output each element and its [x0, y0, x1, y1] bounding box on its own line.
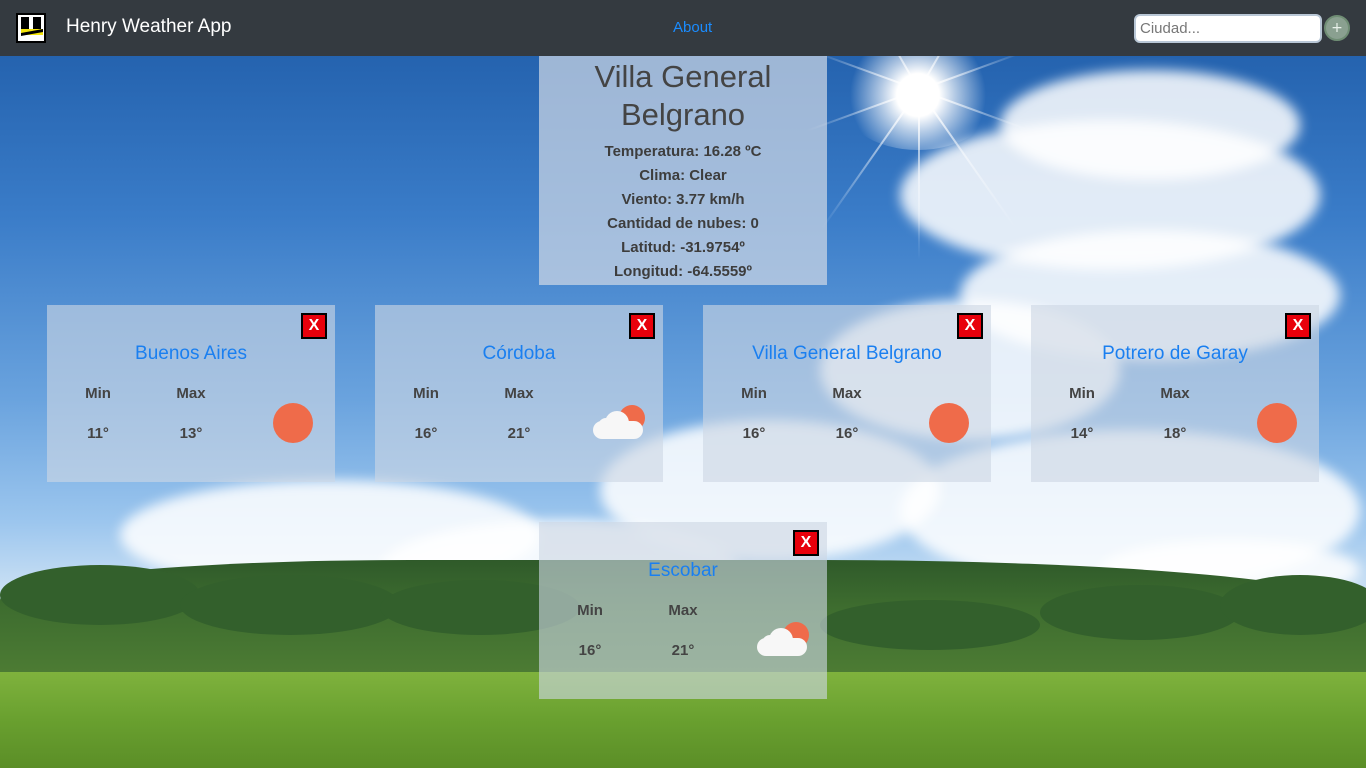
- min-temp: 16°: [578, 642, 602, 659]
- sun-icon: [929, 403, 969, 443]
- temperature-text: Temperatura: 16.28 ºC: [604, 143, 762, 160]
- city-search-input[interactable]: [1134, 14, 1322, 43]
- weather-text: Clima: Clear: [639, 167, 727, 184]
- min-label: Min: [85, 385, 111, 402]
- min-label: Min: [577, 602, 603, 619]
- close-button[interactable]: X: [629, 313, 655, 339]
- max-temp: 16°: [835, 425, 859, 442]
- city-name-link[interactable]: Villa General Belgrano: [703, 343, 991, 365]
- close-button[interactable]: X: [301, 313, 327, 339]
- city-card[interactable]: X Villa General Belgrano Min Max 16° 16°: [703, 305, 991, 482]
- city-card[interactable]: X Córdoba Min Max 16° 21°: [375, 305, 663, 482]
- city-name-link[interactable]: Buenos Aires: [47, 343, 335, 365]
- max-label: Max: [176, 385, 206, 402]
- sun-icon: [1257, 403, 1297, 443]
- max-label: Max: [832, 385, 862, 402]
- min-label: Min: [1069, 385, 1095, 402]
- max-temp: 21°: [671, 642, 695, 659]
- close-button[interactable]: X: [1285, 313, 1311, 339]
- min-temp: 14°: [1070, 425, 1094, 442]
- city-card[interactable]: X Buenos Aires Min Max 11° 13°: [47, 305, 335, 482]
- close-button[interactable]: X: [957, 313, 983, 339]
- wind-text: Viento: 3.77 km/h: [621, 191, 745, 208]
- max-label: Max: [504, 385, 534, 402]
- longitude-text: Longitud: -64.5559º: [614, 263, 752, 280]
- city-detail-card: Villa General Belgrano Temperatura: 16.2…: [539, 56, 827, 285]
- max-temp: 13°: [179, 425, 203, 442]
- min-temp: 16°: [742, 425, 766, 442]
- min-label: Min: [741, 385, 767, 402]
- city-detail-title: Villa General Belgrano: [594, 59, 772, 132]
- city-name-link[interactable]: Escobar: [539, 560, 827, 582]
- add-city-button[interactable]: +: [1324, 15, 1350, 41]
- henry-logo[interactable]: [16, 13, 46, 43]
- city-name-link[interactable]: Potrero de Garay: [1031, 343, 1319, 365]
- max-label: Max: [1160, 385, 1190, 402]
- navbar: Henry Weather App About +: [0, 0, 1366, 56]
- app-title[interactable]: Henry Weather App: [66, 16, 231, 38]
- min-label: Min: [413, 385, 439, 402]
- close-button[interactable]: X: [793, 530, 819, 556]
- latitude-text: Latitud: -31.9754º: [621, 239, 745, 256]
- clouds-text: Cantidad de nubes: 0: [607, 215, 759, 232]
- min-temp: 11°: [87, 425, 109, 442]
- partly-cloudy-icon: [593, 403, 649, 443]
- city-card[interactable]: X Potrero de Garay Min Max 14° 18°: [1031, 305, 1319, 482]
- max-temp: 18°: [1163, 425, 1187, 442]
- max-temp: 21°: [507, 425, 531, 442]
- partly-cloudy-icon: [757, 620, 813, 660]
- city-name-link[interactable]: Córdoba: [375, 343, 663, 365]
- city-card[interactable]: X Escobar Min Max 16° 21°: [539, 522, 827, 699]
- max-label: Max: [668, 602, 698, 619]
- about-link[interactable]: About: [673, 19, 712, 36]
- sun-icon: [273, 403, 313, 443]
- min-temp: 16°: [414, 425, 438, 442]
